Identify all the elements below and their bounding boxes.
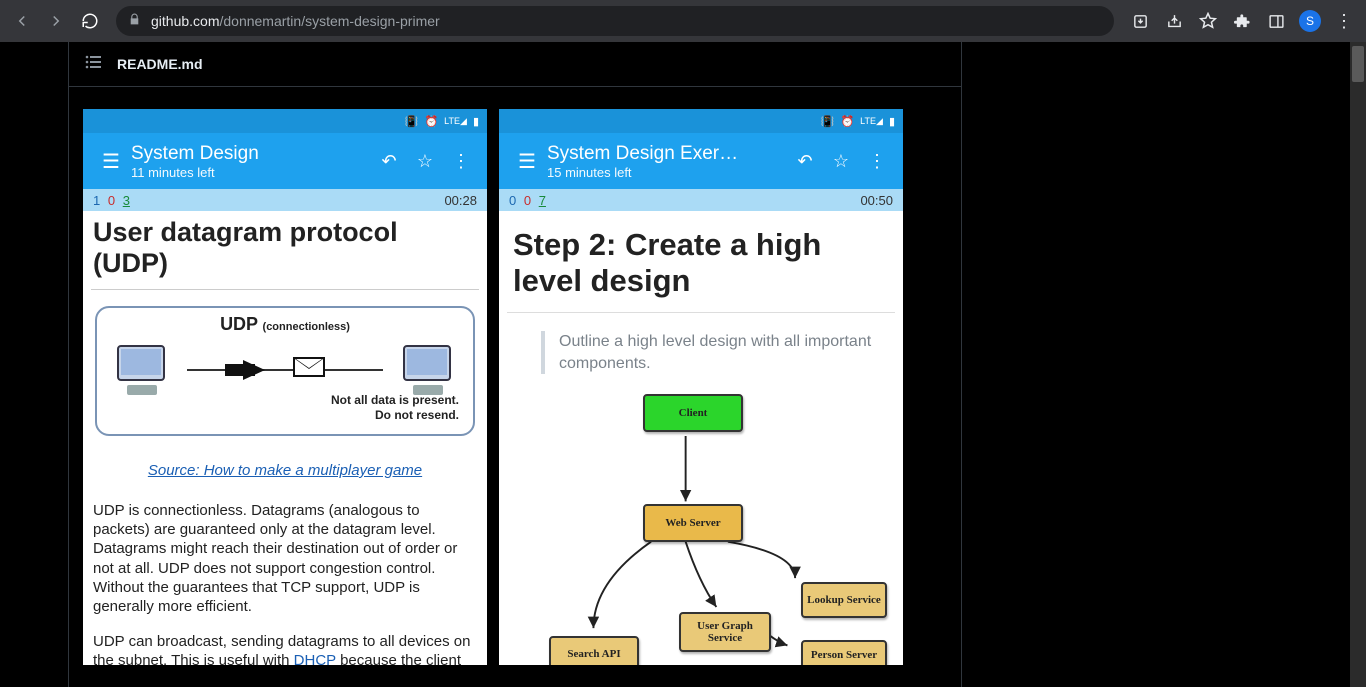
- back-button[interactable]: [8, 7, 36, 35]
- file-header: README.md: [69, 42, 961, 87]
- reload-button[interactable]: [76, 7, 104, 35]
- computer-icon: [399, 345, 457, 395]
- node-user-graph-service: User Graph Service: [679, 612, 771, 652]
- phone-left: 📳 ⏰ LTE◢ ▮ ☰ System Design 11 minutes le…: [83, 109, 487, 665]
- udp-diagram: UDP (connectionless) Not all data is pre…: [95, 306, 475, 436]
- battery-icon: ▮: [889, 115, 895, 128]
- deck-title: System Design Exer…: [547, 143, 787, 165]
- count-good: 3: [123, 193, 130, 208]
- divider: [91, 289, 479, 290]
- app-bar-right: ☰ System Design Exer… 15 minutes left ↶ …: [499, 133, 903, 189]
- address-bar[interactable]: github.com/donnemartin/system-design-pri…: [116, 6, 1114, 36]
- vibrate-icon: 📳: [405, 115, 419, 128]
- android-status-bar: 📳 ⏰ LTE◢ ▮: [83, 109, 487, 133]
- card-content-right: Step 2: Create a high level design Outli…: [499, 211, 903, 665]
- dhcp-link[interactable]: DHCP: [294, 652, 336, 665]
- paragraph-2: UDP can broadcast, sending datagrams to …: [91, 632, 479, 665]
- count-again: 0: [509, 193, 516, 208]
- card-title: User datagram protocol (UDP): [91, 215, 479, 283]
- readme-column: README.md 📳 ⏰ LTE◢ ▮ ☰ System Design 11 …: [68, 42, 962, 687]
- hamburger-icon[interactable]: ☰: [91, 149, 131, 174]
- quote: Outline a high level design with all imp…: [541, 331, 875, 374]
- chrome-menu-icon[interactable]: ⋮: [1330, 7, 1358, 35]
- undo-icon[interactable]: ↶: [371, 151, 407, 172]
- undo-icon[interactable]: ↶: [787, 151, 823, 172]
- envelope-icon: [293, 357, 325, 377]
- forward-button[interactable]: [42, 7, 70, 35]
- toc-icon[interactable]: [85, 55, 101, 74]
- lock-icon: [128, 13, 141, 29]
- transfer-line: [187, 369, 383, 371]
- alarm-icon: ⏰: [840, 115, 854, 128]
- elapsed-timer: 00:50: [860, 193, 893, 208]
- node-client: Client: [643, 394, 743, 432]
- step-title: Step 2: Create a high level design: [507, 215, 895, 306]
- arrow-icon: [243, 360, 265, 380]
- vibrate-icon: 📳: [821, 115, 835, 128]
- computer-icon: [113, 345, 171, 395]
- node-person-server: Person Server: [801, 640, 887, 665]
- alarm-icon: ⏰: [424, 115, 438, 128]
- file-name: README.md: [117, 56, 203, 72]
- deck-subtitle: 15 minutes left: [547, 165, 787, 180]
- node-lookup-service: Lookup Service: [801, 582, 887, 618]
- install-app-icon[interactable]: [1126, 7, 1154, 35]
- app-bar-left: ☰ System Design 11 minutes left ↶ ☆ ⋮: [83, 133, 487, 189]
- elapsed-timer: 00:28: [444, 193, 477, 208]
- node-web-server: Web Server: [643, 504, 743, 542]
- share-icon[interactable]: [1160, 7, 1188, 35]
- count-again: 1: [93, 193, 100, 208]
- browser-toolbar: github.com/donnemartin/system-design-pri…: [0, 0, 1366, 42]
- star-icon[interactable]: ☆: [407, 151, 443, 172]
- count-hard: 0: [524, 193, 531, 208]
- architecture-diagram: Client Web Server Lookup Service Person …: [507, 394, 895, 665]
- deck-title: System Design: [131, 143, 371, 165]
- scrollbar[interactable]: [1350, 42, 1366, 687]
- count-hard: 0: [108, 193, 115, 208]
- count-good: 7: [539, 193, 546, 208]
- page: README.md 📳 ⏰ LTE◢ ▮ ☰ System Design 11 …: [0, 42, 1366, 687]
- profile-avatar[interactable]: S: [1296, 7, 1324, 35]
- extensions-icon[interactable]: [1228, 7, 1256, 35]
- count-bar: 0 0 7 00:50: [499, 189, 903, 211]
- signal-icon: LTE◢: [860, 116, 883, 127]
- count-bar: 1 0 3 00:28: [83, 189, 487, 211]
- source-link[interactable]: Source: How to make a multiplayer game: [91, 462, 479, 479]
- node-search-api: Search API: [549, 636, 639, 665]
- phone-right: 📳 ⏰ LTE◢ ▮ ☰ System Design Exer… 15 minu…: [499, 109, 903, 665]
- sidepanel-icon[interactable]: [1262, 7, 1290, 35]
- more-icon[interactable]: ⋮: [859, 151, 895, 172]
- signal-icon: LTE◢: [444, 116, 467, 127]
- card-content-left: User datagram protocol (UDP) UDP (connec…: [83, 211, 487, 665]
- url-path: /donnemartin/system-design-primer: [219, 13, 439, 29]
- deck-subtitle: 11 minutes left: [131, 165, 371, 180]
- divider: [507, 312, 895, 313]
- star-icon[interactable]: ☆: [823, 151, 859, 172]
- android-status-bar: 📳 ⏰ LTE◢ ▮: [499, 109, 903, 133]
- hamburger-icon[interactable]: ☰: [507, 149, 547, 174]
- url-host: github.com: [151, 13, 219, 29]
- more-icon[interactable]: ⋮: [443, 151, 479, 172]
- bookmark-star-icon[interactable]: [1194, 7, 1222, 35]
- paragraph-1: UDP is connectionless. Datagrams (analog…: [91, 501, 479, 616]
- scrollbar-thumb[interactable]: [1352, 46, 1364, 82]
- battery-icon: ▮: [473, 115, 479, 128]
